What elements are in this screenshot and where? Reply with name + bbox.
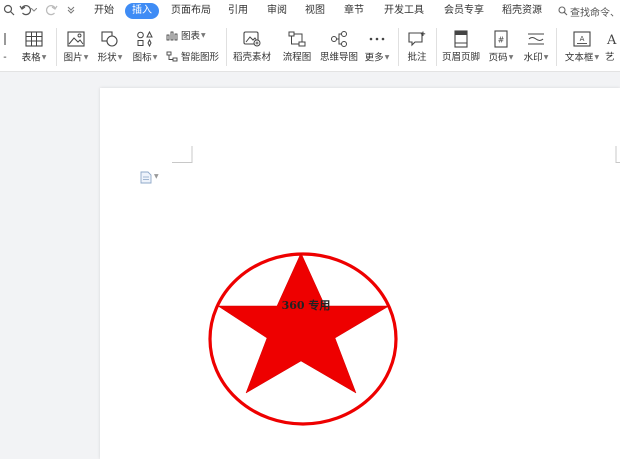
more-icon: [369, 37, 385, 41]
textbox-label: 文本框: [564, 52, 594, 64]
table-icon: [25, 31, 43, 47]
smart-graphic-icon: [166, 51, 178, 61]
art-text-label: 艺: [605, 52, 615, 63]
chart-icon: [166, 31, 178, 40]
page-number-icon: #: [494, 30, 508, 48]
seal-text[interactable]: 360 专用: [266, 297, 346, 313]
svg-text:A: A: [606, 33, 617, 47]
icon-library-icon: [137, 31, 153, 47]
tab-developer[interactable]: 开发工具: [384, 3, 424, 19]
comment-icon: [408, 31, 426, 47]
watermark-icon: [528, 33, 544, 45]
svg-text:A: A: [580, 35, 585, 43]
smart-graphic-button[interactable]: 智能图形: [166, 49, 219, 63]
paragraph-layout-icon[interactable]: [140, 171, 152, 184]
menu-bar: 开始 插入 页面布局 引用 审阅 视图 章节 开发工具 会员专享 稻壳资源 查找…: [0, 0, 620, 22]
textbox-button[interactable]: A 文本框▼: [563, 26, 601, 65]
comment-button[interactable]: 批注: [403, 26, 431, 64]
watermark-button[interactable]: 水印▼: [521, 26, 551, 65]
table-button[interactable]: 表格▼: [18, 26, 50, 65]
watermark-label: 水印: [523, 52, 543, 64]
search-placeholder: 查找命令、: [570, 7, 620, 19]
redo-icon[interactable]: [42, 1, 60, 19]
daoke-material-label: 稻壳素材: [232, 52, 271, 63]
daoke-material-button[interactable]: 稻壳素材: [231, 26, 273, 64]
icon-library-label: 图标: [132, 52, 152, 64]
tab-review[interactable]: 审阅: [267, 3, 287, 19]
art-text-icon: A: [606, 33, 617, 47]
ribbon-toolbar: - 表格▼ 图片▼ 形状▼ 图标▼ 图表 ▼ 智能图形 稻壳素材 流程图 思维导…: [0, 22, 620, 72]
picture-icon: [67, 31, 85, 47]
customize-toolbar-icon[interactable]: [62, 1, 80, 19]
seal-stamp-graphic[interactable]: [205, 243, 401, 429]
picture-button[interactable]: 图片▼: [61, 26, 91, 65]
header-footer-button[interactable]: 页眉页脚: [441, 26, 481, 64]
tab-view[interactable]: 视图: [305, 3, 325, 19]
svg-text:#: #: [498, 36, 505, 45]
ribbon-separator: [398, 28, 399, 66]
icon-library-button[interactable]: 图标▼: [130, 26, 160, 65]
table-label: 表格: [21, 52, 41, 64]
margin-corner-mark-right: [615, 146, 620, 163]
chart-button[interactable]: 图表 ▼: [166, 28, 206, 42]
shape-button[interactable]: 形状▼: [95, 26, 125, 65]
shape-icon: [101, 31, 118, 47]
header-footer-icon: [454, 30, 468, 48]
chart-label: 图表: [181, 31, 201, 42]
tab-member[interactable]: 会员专享: [444, 3, 484, 19]
ribbon-separator: [436, 28, 437, 66]
mindmap-label: 思维导图: [319, 52, 358, 63]
smart-graphic-label: 智能图形: [181, 52, 220, 63]
flowchart-label: 流程图: [282, 52, 312, 63]
mindmap-button[interactable]: 思维导图: [318, 26, 360, 64]
comment-label: 批注: [407, 52, 427, 63]
margin-corner-mark: [172, 146, 193, 163]
daoke-material-icon: [243, 31, 261, 47]
tab-insert[interactable]: 插入: [125, 3, 159, 19]
picture-label: 图片: [63, 52, 83, 64]
paragraph-dropdown-icon[interactable]: ▼: [154, 173, 159, 180]
search-icon: [558, 6, 568, 16]
page-number-button[interactable]: # 页码▼: [486, 26, 516, 65]
flowchart-button[interactable]: 流程图: [280, 26, 314, 64]
tab-page-layout[interactable]: 页面布局: [171, 3, 211, 19]
ribbon-separator: [56, 28, 57, 66]
textbox-icon: A: [573, 31, 591, 47]
more-button[interactable]: 更多▼: [363, 26, 391, 65]
header-footer-label: 页眉页脚: [441, 52, 480, 63]
ribbon-cut-off-item[interactable]: -: [0, 26, 10, 64]
art-text-button[interactable]: A 艺: [605, 26, 620, 64]
page-number-label: 页码: [488, 52, 508, 64]
shape-label: 形状: [97, 52, 117, 64]
tab-daoke-resources[interactable]: 稻壳资源: [502, 3, 542, 19]
ribbon-separator: [556, 28, 557, 66]
more-label: 更多: [364, 52, 384, 64]
ribbon-separator: [226, 28, 227, 66]
undo-dropdown-icon[interactable]: [30, 1, 38, 19]
tab-home[interactable]: 开始: [94, 3, 114, 19]
tab-chapter[interactable]: 章节: [344, 3, 364, 19]
mindmap-icon: [331, 31, 347, 47]
tab-references[interactable]: 引用: [228, 3, 248, 19]
flowchart-icon: [288, 31, 306, 47]
search-command-box[interactable]: 查找命令、: [558, 3, 620, 19]
